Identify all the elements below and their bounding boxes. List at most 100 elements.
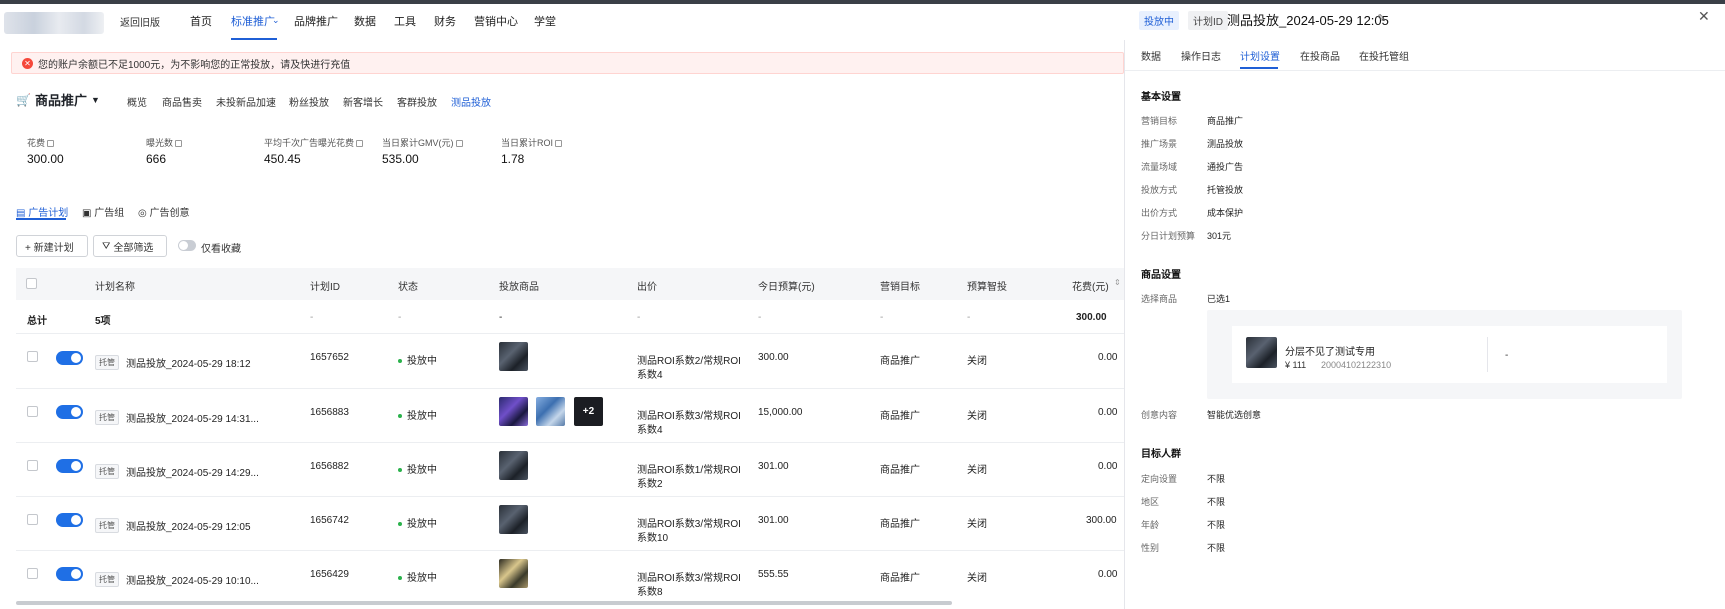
- plan-id: 1656882: [310, 461, 349, 472]
- nav-item-home[interactable]: 首页: [190, 13, 212, 29]
- field-label: 创意内容: [1141, 410, 1178, 420]
- goods-thumbnail[interactable]: [499, 397, 528, 426]
- row-checkbox[interactable]: [27, 460, 38, 471]
- bid-line2: 系数8: [637, 587, 663, 598]
- help-icon[interactable]: [455, 140, 463, 148]
- smart-budget: 关闭: [967, 465, 987, 476]
- status: 投放中: [398, 569, 437, 584]
- subnav-overview[interactable]: 概览: [127, 94, 147, 109]
- row-checkbox[interactable]: [27, 514, 38, 525]
- stat-value-cpm: 450.45: [264, 152, 301, 166]
- row-checkbox[interactable]: [27, 351, 38, 362]
- managed-tag: 托管: [95, 518, 119, 533]
- edit-icon[interactable]: ✎: [1377, 12, 1386, 25]
- col-plan-name[interactable]: 计划名称: [95, 278, 135, 293]
- stat-label-cost: 花费: [27, 136, 55, 149]
- row-enable-toggle[interactable]: [56, 405, 83, 419]
- help-icon[interactable]: [555, 140, 563, 148]
- nav-item-tools[interactable]: 工具: [394, 13, 416, 29]
- back-to-old-version-link[interactable]: 返回旧版: [120, 14, 160, 29]
- panel-tab-managed-groups[interactable]: 在投托管组: [1359, 48, 1409, 63]
- horizontal-scrollbar[interactable]: [16, 601, 952, 605]
- plan-name[interactable]: 测品投放_2024-05-29 10:10...: [126, 572, 259, 587]
- nav-item-marketing-center[interactable]: 营销中心: [474, 13, 518, 29]
- help-icon[interactable]: [356, 140, 364, 148]
- field-label: 选择商品: [1141, 294, 1178, 304]
- bid-line2: 系数2: [637, 479, 663, 490]
- close-icon[interactable]: ✕: [1698, 8, 1710, 25]
- col-budget[interactable]: 今日预算(元): [758, 278, 815, 293]
- subnav-test-product[interactable]: 测品投放: [451, 94, 491, 109]
- subnav-new-customers[interactable]: 新客增长: [343, 94, 383, 109]
- help-icon[interactable]: [47, 140, 55, 148]
- budget[interactable]: 15,000.00: [758, 407, 803, 418]
- filter-all-button[interactable]: ⛛ 全部筛选: [93, 235, 167, 257]
- col-goods[interactable]: 投放商品: [499, 278, 539, 293]
- field-label: 年龄: [1141, 520, 1160, 530]
- row-enable-toggle[interactable]: [56, 513, 83, 527]
- row-enable-toggle[interactable]: [56, 567, 83, 581]
- group-icon: ▣: [82, 208, 95, 219]
- more-goods-badge[interactable]: +2: [574, 397, 603, 426]
- cart-icon: 🛒: [16, 92, 31, 107]
- tab-ad-creative[interactable]: ◎ 广告创意: [138, 204, 190, 219]
- select-all-checkbox[interactable]: [26, 278, 37, 289]
- field-label: 地区: [1141, 497, 1160, 507]
- budget[interactable]: 300.00: [758, 352, 789, 363]
- plan-name[interactable]: 测品投放_2024-05-29 12:05: [126, 518, 251, 533]
- chevron-down-icon[interactable]: ⌄: [272, 15, 280, 26]
- panel-tab-settings[interactable]: 计划设置: [1240, 48, 1280, 63]
- goods-thumbnail[interactable]: [499, 505, 528, 534]
- budget[interactable]: 555.55: [758, 569, 789, 580]
- goods-thumbnail[interactable]: [536, 397, 565, 426]
- nav-item-brand-promotion[interactable]: 品牌推广: [294, 13, 338, 29]
- row-enable-toggle[interactable]: [56, 351, 83, 365]
- total-dash: -: [967, 312, 971, 323]
- plan-name[interactable]: 测品投放_2024-05-29 14:29...: [126, 464, 259, 479]
- favorites-only-toggle[interactable]: [178, 240, 196, 251]
- filter-icon: ⛛: [102, 240, 111, 252]
- panel-tab-goods[interactable]: 在投商品: [1300, 48, 1340, 63]
- subnav-fans[interactable]: 粉丝投放: [289, 94, 329, 109]
- panel-tab-log[interactable]: 操作日志: [1181, 48, 1221, 63]
- product-promotion-title: 商品推广: [34, 93, 87, 108]
- row-checkbox[interactable]: [27, 568, 38, 579]
- tab-ad-plan[interactable]: ▤ 广告计划: [16, 204, 68, 219]
- budget[interactable]: 301.00: [758, 461, 789, 472]
- nav-item-data[interactable]: 数据: [354, 13, 376, 29]
- subnav-product-sale[interactable]: 商品售卖: [162, 94, 202, 109]
- product-promotion-dropdown[interactable]: 🛒 商品推广 ▼: [16, 90, 100, 109]
- goods-name: 分层不见了测试专用: [1285, 347, 1375, 358]
- plan-name[interactable]: 测品投放_2024-05-29 14:31...: [126, 410, 259, 425]
- goal: 商品推广: [880, 356, 920, 367]
- col-status[interactable]: 状态: [398, 278, 418, 293]
- col-bid[interactable]: 出价: [637, 278, 657, 293]
- smart-budget: 关闭: [967, 411, 987, 422]
- goods-thumbnail[interactable]: [499, 451, 528, 480]
- nav-item-academy[interactable]: 学堂: [534, 13, 556, 29]
- col-smart-budget[interactable]: 预算智投: [967, 278, 1007, 293]
- budget[interactable]: 301.00: [758, 515, 789, 526]
- plan-name[interactable]: 测品投放_2024-05-29 18:12: [126, 355, 251, 370]
- field-value: 不限: [1207, 520, 1226, 530]
- status-dot-icon: [398, 576, 402, 581]
- nav-item-standard-promotion[interactable]: 标准推广: [231, 13, 275, 29]
- col-goal[interactable]: 营销目标: [880, 278, 920, 293]
- row-enable-toggle[interactable]: [56, 459, 83, 473]
- goods-thumbnail[interactable]: [499, 342, 528, 371]
- favorites-only-label: 仅看收藏: [201, 244, 241, 255]
- panel-tab-data[interactable]: 数据: [1141, 48, 1161, 63]
- help-icon[interactable]: [175, 140, 183, 148]
- plan-id: 1656742: [310, 515, 349, 526]
- goods-thumbnail[interactable]: [499, 559, 528, 588]
- managed-tag: 托管: [95, 464, 119, 479]
- col-cost[interactable]: 花费(元): [1072, 278, 1109, 293]
- col-plan-id[interactable]: 计划ID: [310, 278, 340, 293]
- subnav-new-product-boost[interactable]: 未投新品加速: [216, 94, 276, 109]
- subnav-audience[interactable]: 客群投放: [397, 94, 437, 109]
- new-plan-button[interactable]: + 新建计划: [16, 235, 88, 257]
- sort-icon[interactable]: ⇕: [1114, 278, 1121, 287]
- nav-item-finance[interactable]: 财务: [434, 13, 456, 29]
- tab-ad-group[interactable]: ▣ 广告组: [82, 204, 124, 219]
- row-checkbox[interactable]: [27, 406, 38, 417]
